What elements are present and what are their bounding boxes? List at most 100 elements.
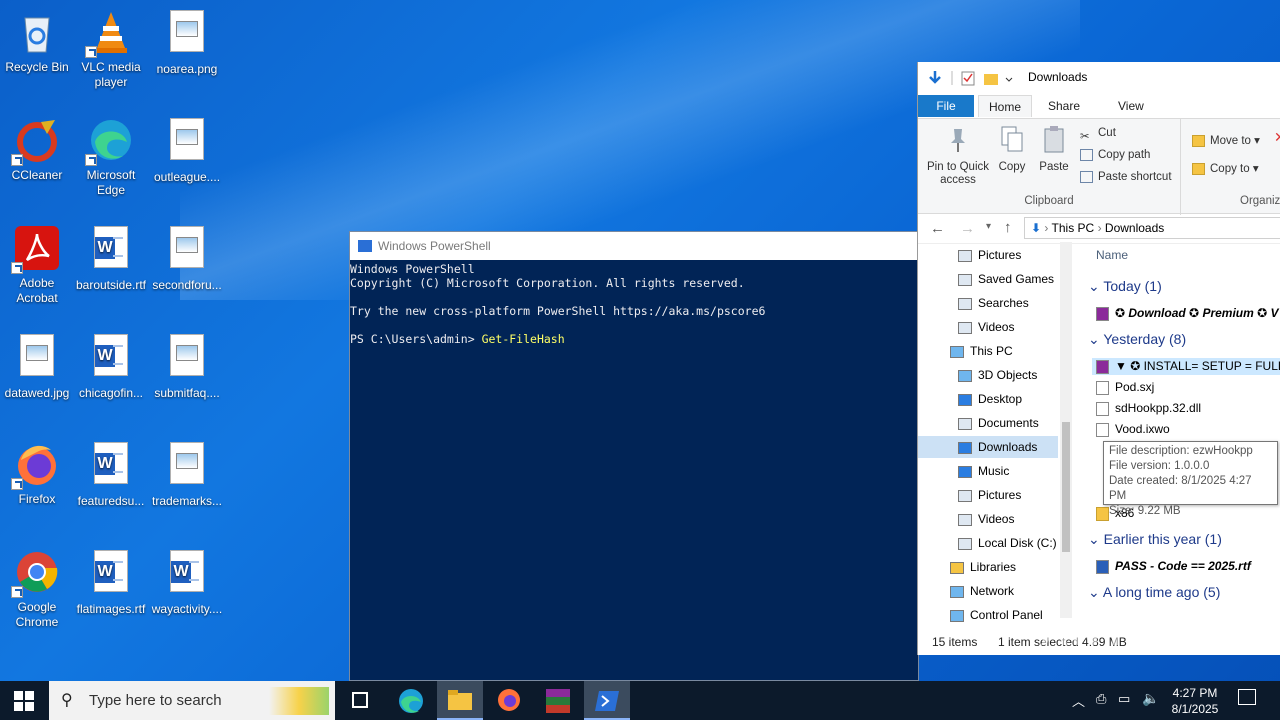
- start-button[interactable]: [14, 691, 34, 714]
- taskbar-file-explorer[interactable]: [437, 681, 483, 720]
- nav-item-videos[interactable]: Videos: [958, 316, 1014, 338]
- device-icon[interactable]: ⎙: [1096, 691, 1106, 707]
- recycle-bin-icon[interactable]: Recycle Bin: [0, 8, 74, 75]
- edge-icon[interactable]: Microsoft Edge: [74, 116, 148, 198]
- copy-button[interactable]: Copy: [994, 125, 1030, 174]
- powershell-titlebar[interactable]: Windows PowerShell: [350, 232, 918, 260]
- taskbar-powershell[interactable]: [584, 681, 630, 720]
- nav-scrollbar[interactable]: [1060, 242, 1072, 618]
- icon-label: Adobe Acrobat: [16, 276, 58, 305]
- flatimages-rtf-file[interactable]: W flatimages.rtf: [74, 548, 148, 617]
- paste-button[interactable]: Paste: [1036, 125, 1072, 174]
- delete-icon[interactable]: ✕: [1274, 129, 1280, 146]
- search-highlight-image: [269, 687, 329, 715]
- nav-item-3d-objects[interactable]: 3D Objects: [958, 364, 1037, 386]
- copy-to-button[interactable]: Copy to ▾: [1190, 159, 1259, 179]
- list-item[interactable]: Vood.ixwo: [1096, 422, 1170, 437]
- taskbar-edge[interactable]: [388, 681, 434, 720]
- featuredsu-file[interactable]: W featuredsu...: [74, 440, 148, 509]
- group-yesterday[interactable]: ⌄ Yesterday (8): [1088, 331, 1186, 348]
- taskbar-firefox[interactable]: [486, 681, 532, 720]
- nav-item-searches[interactable]: Searches: [958, 292, 1029, 314]
- nav-item-pictures[interactable]: Pictures: [958, 244, 1021, 266]
- column-header-name[interactable]: Name: [1096, 248, 1128, 262]
- tab-share[interactable]: Share: [1038, 95, 1090, 117]
- acrobat-logo-icon: [11, 224, 61, 274]
- task-view-icon: [352, 692, 368, 708]
- powershell-icon: [358, 240, 372, 252]
- file-name: sdHookpp.32.dll: [1115, 401, 1202, 415]
- noarea-png-file[interactable]: noarea.png: [150, 8, 224, 77]
- move-to-button[interactable]: Move to ▾: [1190, 131, 1260, 151]
- chicagofin-file[interactable]: W chicagofin...: [74, 332, 148, 401]
- pictures-icon: [958, 249, 972, 262]
- saved-games-icon: [958, 273, 972, 286]
- console-output[interactable]: Windows PowerShell Copyright (C) Microsof…: [350, 260, 918, 346]
- file-explorer-window[interactable]: Downloads File Home Share View Pin to Qu…: [917, 62, 1280, 655]
- task-view-button[interactable]: [337, 681, 383, 720]
- clock[interactable]: 4:27 PM 8/1/2025: [1160, 685, 1230, 717]
- word-file-icon: W: [87, 334, 135, 382]
- scrollbar-thumb[interactable]: [1062, 422, 1070, 552]
- copy-path-button[interactable]: Copy path: [1078, 145, 1150, 165]
- tab-view[interactable]: View: [1108, 95, 1154, 117]
- group-long-time-ago[interactable]: ⌄ A long time ago (5): [1088, 584, 1220, 601]
- baroutside-rtf-file[interactable]: W baroutside.rtf: [74, 224, 148, 293]
- file-name: PASS - Code == 2025.rtf: [1115, 559, 1251, 573]
- nav-item-pictures-2[interactable]: Pictures: [958, 484, 1021, 506]
- firefox-icon[interactable]: Firefox: [0, 440, 74, 507]
- group-earlier-this-year[interactable]: ⌄ Earlier this year (1): [1088, 531, 1222, 548]
- list-item[interactable]: Pod.sxj: [1096, 380, 1154, 395]
- nav-item-documents[interactable]: Documents: [958, 412, 1039, 434]
- explorer-titlebar[interactable]: Downloads: [918, 62, 1280, 92]
- icon-label: Firefox: [18, 492, 56, 506]
- trademarks-file[interactable]: trademarks...: [150, 440, 224, 509]
- paste-shortcut-button[interactable]: Paste shortcut: [1078, 167, 1172, 187]
- nav-item-this-pc[interactable]: This PC: [950, 340, 1013, 362]
- volume-icon[interactable]: 🔈: [1142, 690, 1159, 707]
- network-icon[interactable]: ▭: [1118, 691, 1130, 707]
- taskbar-search-box[interactable]: ⚲ Type here to search: [49, 681, 335, 720]
- windows-logo-icon: [14, 691, 34, 711]
- list-item[interactable]: ✪ Download ✪ Premium ✪ V: [1096, 306, 1279, 321]
- ccleaner-icon[interactable]: CCleaner: [0, 116, 74, 183]
- nav-item-libraries[interactable]: Libraries: [950, 556, 1016, 578]
- datawed-jpg-file[interactable]: datawed.jpg: [0, 332, 74, 401]
- nav-item-desktop[interactable]: Desktop: [958, 388, 1022, 410]
- list-item-selected[interactable]: ▼ ✪ INSTALL= SETUP = FULL: [1092, 358, 1280, 375]
- nav-item-local-disk[interactable]: Local Disk (C:): [958, 532, 1057, 554]
- taskbar-winrar[interactable]: [535, 681, 581, 720]
- vlc-icon[interactable]: VLC media player: [74, 8, 148, 90]
- nav-item-label: Videos: [978, 320, 1015, 334]
- icon-label: chicagofin...: [78, 386, 144, 400]
- nav-item-network[interactable]: Network: [950, 580, 1014, 602]
- nav-item-music[interactable]: Music: [958, 460, 1009, 482]
- navigation-pane: Pictures Saved Games Searches Videos Thi…: [918, 212, 1072, 622]
- wayactivity-file[interactable]: W wayactivity....: [150, 548, 224, 617]
- videos-icon: [958, 513, 972, 526]
- powershell-window[interactable]: Windows PowerShell Windows PowerShell Cop…: [349, 231, 919, 681]
- pin-to-quick-access-button[interactable]: Pin to Quick access: [922, 125, 994, 187]
- quick-access-toolbar-icon[interactable]: [926, 69, 1016, 87]
- google-chrome-icon[interactable]: Google Chrome: [0, 548, 74, 630]
- nav-item-saved-games[interactable]: Saved Games: [958, 268, 1054, 290]
- icon-label: wayactivity....: [151, 602, 223, 616]
- list-item[interactable]: sdHookpp.32.dll: [1096, 401, 1201, 416]
- secondforu-file[interactable]: secondforu...: [150, 224, 224, 293]
- nav-item-downloads[interactable]: Downloads: [918, 436, 1058, 458]
- nav-item-videos-2[interactable]: Videos: [958, 508, 1014, 530]
- group-today[interactable]: ⌄ Today (1): [1088, 278, 1162, 295]
- notification-icon[interactable]: [1238, 689, 1256, 705]
- list-item[interactable]: PASS - Code == 2025.rtf: [1096, 559, 1251, 574]
- firefox-logo-icon: [11, 440, 61, 490]
- outleague-file[interactable]: outleague....: [150, 116, 224, 185]
- network-icon: [950, 585, 964, 598]
- tab-home[interactable]: Home: [978, 95, 1033, 117]
- cut-button[interactable]: ✂ Cut: [1078, 123, 1116, 143]
- group-label: Earlier this year (1): [1103, 531, 1222, 547]
- submitfaq-file[interactable]: submitfaq....: [150, 332, 224, 401]
- adobe-acrobat-icon[interactable]: Adobe Acrobat: [0, 224, 74, 306]
- nav-item-control-panel[interactable]: Control Panel: [950, 604, 1043, 626]
- chevron-up-icon[interactable]: ︿: [1072, 691, 1085, 710]
- tab-file[interactable]: File: [918, 95, 974, 117]
